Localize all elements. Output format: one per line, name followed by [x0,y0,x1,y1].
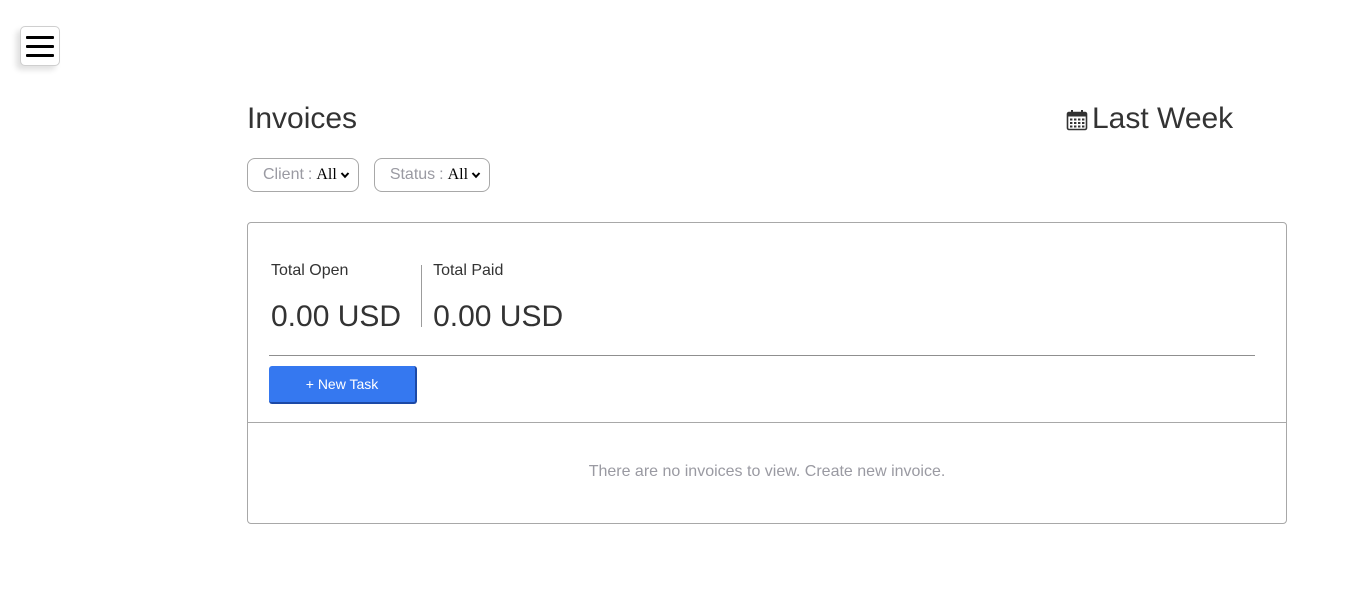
client-filter-separator: : [307,166,313,183]
totals-summary: Total Open 0.00 USD Total Paid 0.00 USD [271,261,563,335]
status-filter-label: Status [389,166,436,183]
calendar-icon [1066,110,1088,131]
client-filter-select[interactable]: Client : All [247,158,359,192]
total-paid-value: 0.00 USD [433,300,564,333]
empty-state-message: There are no invoices to view. Create ne… [588,463,946,480]
date-range-picker[interactable]: Last Week [1066,101,1233,137]
page-title: Invoices [247,102,358,135]
chevron-down-icon [471,172,481,179]
status-filter-value: All [447,166,469,183]
hamburger-menu-icon-bar [26,44,54,48]
status-filter-separator: : [439,166,444,183]
date-range-label: Last Week [1092,102,1234,135]
total-open-label: Total Open [271,262,349,279]
client-filter-label: Client [263,166,304,183]
horizontal-divider [269,355,1255,356]
chevron-down-icon [340,172,350,179]
total-paid-label: Total Paid [433,262,504,279]
new-task-button[interactable]: + New Task [269,366,417,404]
total-open-block: Total Open 0.00 USD [271,261,421,335]
filter-bar: Client : All Status : All [247,158,491,192]
total-paid-block: Total Paid 0.00 USD [422,261,563,335]
client-filter-value: All [316,166,337,183]
section-divider [248,422,1286,423]
hamburger-menu-button[interactable] [20,26,60,66]
status-filter-select[interactable]: Status : All [373,158,491,192]
hamburger-menu-icon [26,35,54,39]
invoices-card: Total Open 0.00 USD Total Paid 0.00 USD … [247,222,1287,524]
hamburger-menu-icon-bar [26,53,54,57]
total-open-value: 0.00 USD [271,300,402,333]
